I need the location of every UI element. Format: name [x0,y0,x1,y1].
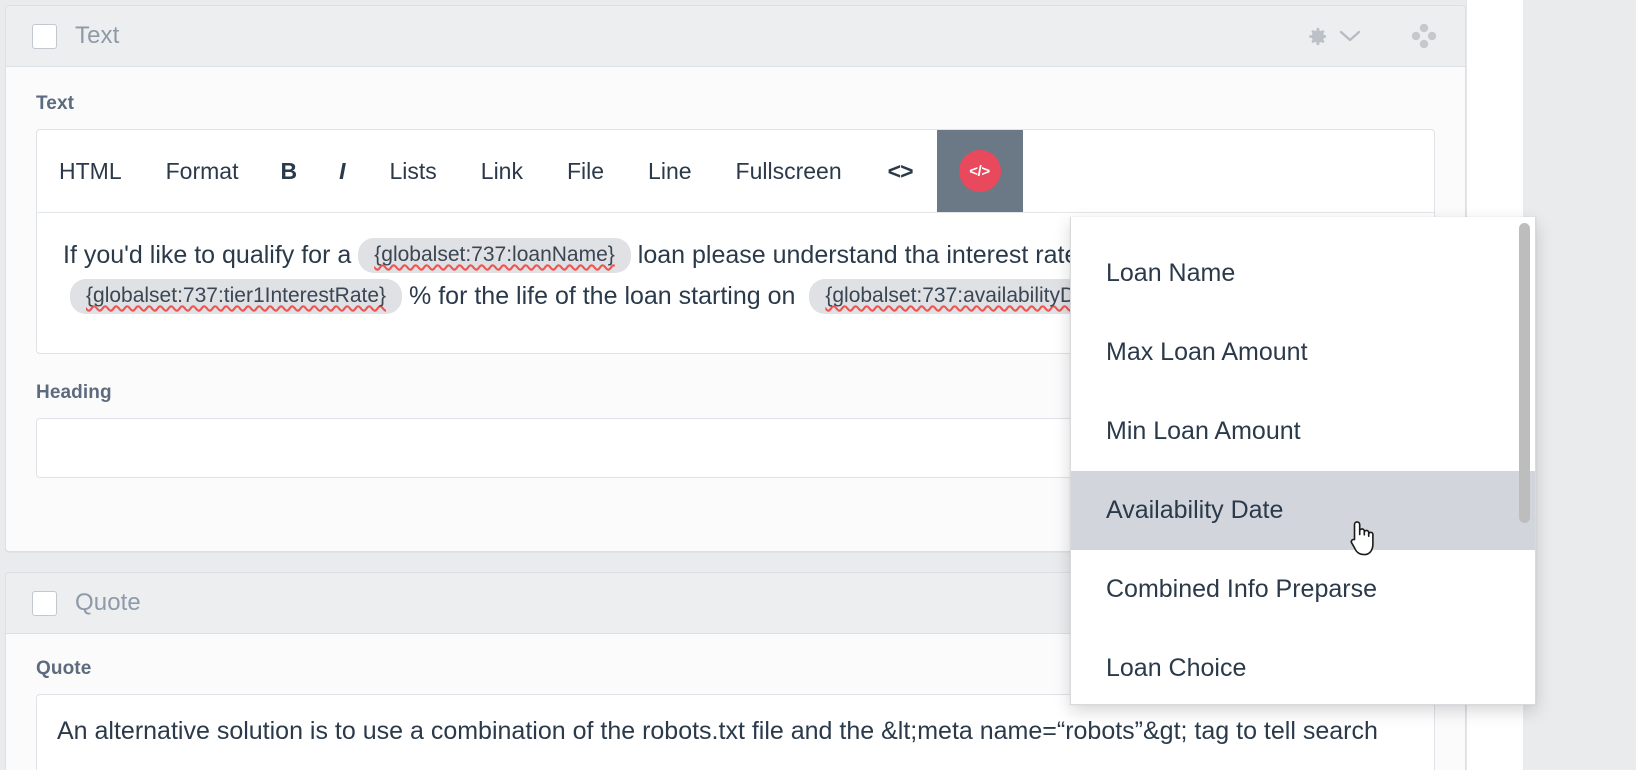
code-tag-icon: </> [958,150,1001,192]
toolbar-file-button[interactable]: File [545,130,626,212]
toolbar-link-button[interactable]: Link [459,130,545,212]
quote-block-title: Quote [75,589,141,616]
text-block-checkbox[interactable] [32,23,57,49]
quote-textarea[interactable]: An alternative solution is to use a comb… [36,694,1435,770]
tag-pill-tier1-interest-rate[interactable]: {globalset:737:tier1InterestRate} [70,279,403,314]
page-background-right [1523,0,1636,770]
toolbar-fullscreen-button[interactable]: Fullscreen [714,130,864,212]
gear-icon [1306,25,1329,48]
toolbar-bold-button[interactable]: B [260,130,317,212]
drag-handle-icon[interactable] [1405,17,1443,55]
globalset-tag-dropdown: Loan Name Max Loan Amount Min Loan Amoun… [1070,217,1536,705]
editor-text-segment-4: % for the life of the loan starting on [409,282,796,310]
dropdown-scrollbar-thumb[interactable] [1519,223,1530,523]
dropdown-scrollbar[interactable] [1518,223,1532,699]
app-root: Text Text HTML Format B I Lists Link Fil… [0,0,1636,770]
dropdown-item-availability-date[interactable]: Availability Date [1071,471,1535,550]
text-block-header-actions [1300,17,1443,55]
dropdown-item-combined-info-preparse[interactable]: Combined Info Preparse [1071,550,1535,629]
tag-pill-availability-date-text: {globalset:737:availabilityDate} [825,284,1112,307]
tag-pill-tier1-interest-rate-text: {globalset:737:tier1InterestRate} [86,284,387,307]
tag-pill-loan-name-text: {globalset:737:loanName} [374,243,615,266]
toolbar-html-button[interactable]: HTML [37,130,144,212]
toolbar-lists-button[interactable]: Lists [367,130,458,212]
dropdown-item-loan-choice[interactable]: Loan Choice [1071,629,1535,704]
quote-block-checkbox[interactable] [32,590,57,616]
editor-text-segment-1: If you'd like to qualify for a [63,241,352,269]
toolbar-format-button[interactable]: Format [144,130,261,212]
dropdown-item-max-loan-amount[interactable]: Max Loan Amount [1071,313,1535,392]
chevron-down-icon [1339,29,1361,43]
dropdown-item-loan-name[interactable]: Loan Name [1071,234,1535,313]
tag-pill-loan-name[interactable]: {globalset:737:loanName} [358,238,631,273]
editor-text-segment-2: loan please understand tha [637,241,940,269]
toolbar-insert-tag-button[interactable]: </> [936,130,1023,212]
text-field-label: Text [36,93,75,114]
text-block-header: Text [6,6,1465,67]
toolbar-italic-button[interactable]: I [317,130,367,212]
dropdown-item-min-loan-amount[interactable]: Min Loan Amount [1071,392,1535,471]
toolbar-line-button[interactable]: Line [626,130,713,212]
text-block-settings-button[interactable] [1300,21,1367,52]
text-block-title: Text [75,22,120,49]
editor-toolbar: HTML Format B I Lists Link File Line Ful… [37,130,1434,213]
dropdown-list: Loan Name Max Loan Amount Min Loan Amoun… [1071,217,1535,704]
toolbar-source-code-button[interactable]: <> [864,130,937,212]
